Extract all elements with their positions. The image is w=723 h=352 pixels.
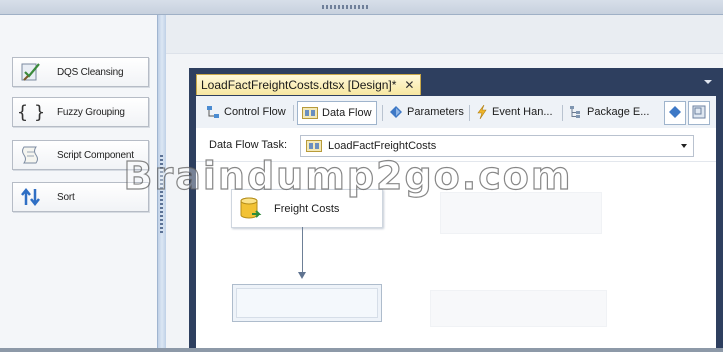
- tab-separator: [293, 105, 294, 121]
- document-list-dropdown-icon[interactable]: [704, 80, 712, 84]
- data-flow-icon: [306, 140, 322, 152]
- fuzzy-grouping-icon: { }: [17, 99, 45, 125]
- document-tab-title: LoadFactFreightCosts.dtsx [Design]*: [201, 78, 397, 92]
- tab-event-handlers[interactable]: Event Han...: [472, 101, 553, 123]
- tab-label: Package E...: [587, 106, 650, 118]
- data-flow-task-value: LoadFactFreightCosts: [328, 140, 437, 152]
- zoom-window-icon: [692, 105, 706, 122]
- canvas-ghost-shape: [440, 192, 602, 234]
- zoom-toolbar-button[interactable]: [688, 101, 710, 125]
- toolbox-item-label: Sort: [57, 191, 75, 203]
- parameters-icon: [389, 105, 403, 119]
- tab-label: Event Han...: [492, 106, 553, 118]
- data-flow-icon: [302, 107, 318, 119]
- svg-text:{ }: { }: [19, 102, 43, 123]
- diamond-icon: [668, 105, 682, 122]
- chevron-down-icon[interactable]: [681, 144, 687, 148]
- control-flow-icon: [206, 105, 220, 119]
- toolbox-item-dqs-cleansing[interactable]: DQS Cleansing: [12, 57, 149, 87]
- tab-label: Control Flow: [224, 106, 286, 118]
- placeholder-inner: [236, 288, 378, 318]
- sort-icon: [17, 184, 45, 210]
- event-handlers-icon: [476, 105, 488, 119]
- tab-package-explorer[interactable]: Package E...: [565, 101, 649, 123]
- data-path-connector[interactable]: [302, 227, 303, 273]
- package-explorer-icon: [569, 105, 583, 119]
- editor-header-strip: [166, 15, 723, 54]
- watermark: Braindump2go.com: [123, 153, 573, 198]
- canvas-ghost-shape: [430, 290, 607, 327]
- script-component-icon: [17, 142, 45, 168]
- tab-separator: [469, 105, 470, 121]
- close-icon[interactable]: ✕: [404, 78, 414, 92]
- toolbox-item-fuzzy-grouping[interactable]: { } Fuzzy Grouping: [12, 97, 149, 127]
- tab-parameters[interactable]: Parameters: [385, 101, 464, 123]
- bottom-border: [0, 348, 723, 352]
- tab-label: Data Flow: [322, 107, 372, 119]
- tab-separator: [562, 105, 563, 121]
- tab-label: Parameters: [407, 106, 464, 118]
- toolbox-item-label: DQS Cleansing: [57, 66, 124, 78]
- variables-toolbar-button[interactable]: [664, 101, 686, 125]
- tab-data-flow[interactable]: Data Flow: [297, 101, 377, 125]
- tab-control-flow[interactable]: Control Flow: [202, 101, 286, 123]
- dqs-cleansing-icon: [17, 59, 45, 85]
- document-tab[interactable]: LoadFactFreightCosts.dtsx [Design]* ✕: [196, 74, 421, 95]
- designer-tabs: Control Flow Data Flow Parameters Event …: [196, 96, 716, 129]
- tab-separator: [382, 105, 383, 121]
- data-flow-task-label: Data Flow Task:: [209, 139, 288, 151]
- component-label: Freight Costs: [274, 202, 340, 215]
- new-component-placeholder[interactable]: [232, 284, 382, 322]
- top-splitter-bar[interactable]: [0, 0, 723, 15]
- arrow-down-icon: [298, 272, 306, 279]
- toolbox-item-label: Fuzzy Grouping: [57, 106, 125, 118]
- database-source-icon: [238, 196, 264, 222]
- splitter-grip[interactable]: [322, 5, 370, 9]
